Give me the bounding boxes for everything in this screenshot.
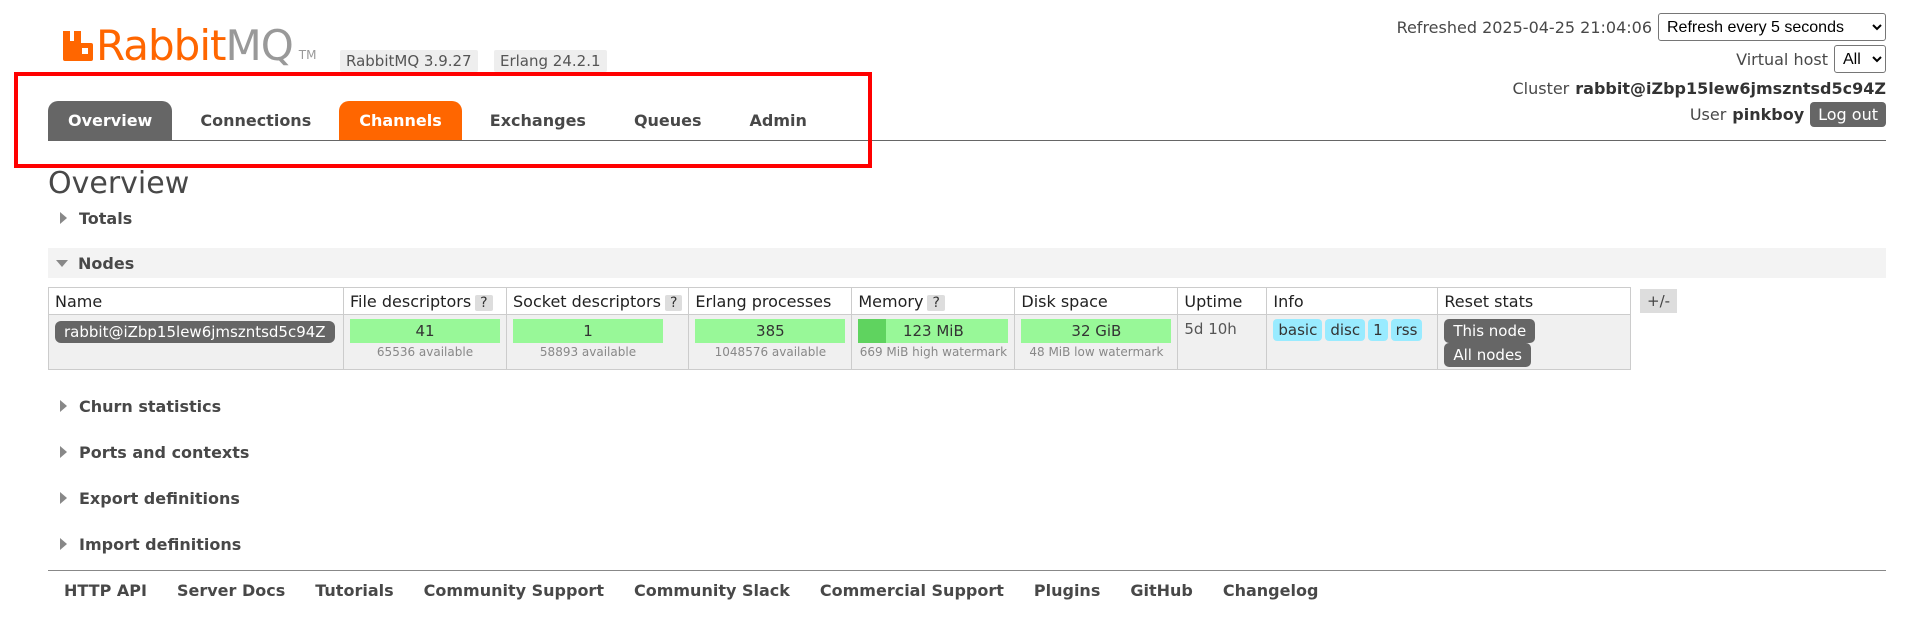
cluster-name: rabbit@iZbp15lew6jmszntsd5c94Z bbox=[1575, 78, 1886, 98]
footer-divider bbox=[48, 570, 1886, 571]
logo-text: RabbitMQ bbox=[96, 21, 294, 70]
info-tag-basic: basic bbox=[1273, 319, 1323, 341]
footer-link-community-support[interactable]: Community Support bbox=[424, 581, 604, 600]
section-label: Totals bbox=[79, 208, 133, 228]
footer-link-http-api[interactable]: HTTP API bbox=[64, 581, 147, 600]
info-tag-disc: disc bbox=[1325, 319, 1366, 341]
disk-space-bar: 32 GiB bbox=[1021, 319, 1172, 343]
reset-all-nodes-button[interactable]: All nodes bbox=[1444, 343, 1531, 367]
socket-descriptors-bar: 1 bbox=[513, 319, 663, 343]
col-erlang-processes: Erlang processes bbox=[688, 287, 853, 315]
section-label: Churn statistics bbox=[79, 396, 222, 416]
footer-link-server-docs[interactable]: Server Docs bbox=[177, 581, 285, 600]
cell-node-name: rabbit@iZbp15lew6jmszntsd5c94Z bbox=[48, 314, 344, 370]
footer-link-plugins[interactable]: Plugins bbox=[1034, 581, 1100, 600]
section-label: Import definitions bbox=[79, 534, 242, 554]
section-export-definitions[interactable]: Export definitions bbox=[48, 484, 240, 512]
rabbit-logo-icon bbox=[63, 31, 93, 61]
section-ports-and-contexts[interactable]: Ports and contexts bbox=[48, 438, 249, 466]
cell-disk-space: 32 GiB 48 MiB low watermark bbox=[1014, 314, 1179, 370]
cell-uptime: 5d 10h bbox=[1177, 314, 1268, 370]
page-title: Overview bbox=[48, 166, 190, 201]
virtual-host-select[interactable]: All bbox=[1834, 45, 1886, 73]
cell-info: basic disc 1 rss bbox=[1266, 314, 1439, 370]
nodes-section-bar bbox=[48, 248, 1886, 278]
footer-link-community-slack[interactable]: Community Slack bbox=[634, 581, 790, 600]
disk-watermark: 48 MiB low watermark bbox=[1029, 345, 1164, 359]
section-nodes[interactable]: Nodes bbox=[48, 249, 134, 277]
user-name: pinkboy bbox=[1732, 104, 1805, 124]
footer-link-github[interactable]: GitHub bbox=[1130, 581, 1193, 600]
file-descriptors-bar: 41 bbox=[350, 319, 500, 343]
cell-reset-stats: This nodeAll nodes bbox=[1437, 314, 1632, 370]
erlang-version-badge: Erlang 24.2.1 bbox=[494, 50, 607, 72]
section-churn-statistics[interactable]: Churn statistics bbox=[48, 392, 221, 420]
info-tag-rss: rss bbox=[1390, 319, 1423, 341]
cell-erlang-processes: 385 1048576 available bbox=[688, 314, 853, 370]
memory-watermark: 669 MiB high watermark bbox=[859, 345, 1008, 359]
footer-link-tutorials[interactable]: Tutorials bbox=[315, 581, 393, 600]
rabbitmq-logo[interactable]: RabbitMQ TM bbox=[62, 22, 316, 70]
cell-socket-descriptors: 1 58893 available bbox=[505, 314, 690, 370]
table-header-row: Name File descriptors? Socket descriptor… bbox=[48, 287, 1632, 315]
footer-link-commercial-support[interactable]: Commercial Support bbox=[820, 581, 1004, 600]
memory-bar: 123 MiB bbox=[858, 319, 1009, 343]
expand-arrow-icon bbox=[60, 446, 67, 458]
expand-arrow-icon bbox=[60, 212, 67, 224]
col-socket-descriptors: Socket descriptors? bbox=[505, 287, 690, 315]
section-label: Ports and contexts bbox=[79, 442, 250, 462]
cell-memory: 123 MiB 669 MiB high watermark bbox=[851, 314, 1016, 370]
virtual-host-label: Virtual host bbox=[1736, 49, 1828, 69]
version-badge: RabbitMQ 3.9.27 bbox=[340, 50, 478, 72]
col-file-descriptors: File descriptors? bbox=[343, 287, 507, 315]
file-descriptors-available: 65536 available bbox=[376, 345, 474, 359]
help-icon[interactable]: ? bbox=[927, 294, 945, 311]
uptime-value: 5d 10h bbox=[1184, 320, 1237, 338]
memory-fill bbox=[858, 319, 886, 343]
col-memory: Memory? bbox=[851, 287, 1016, 315]
nodes-table: Name File descriptors? Socket descriptor… bbox=[48, 287, 1632, 370]
table-row: rabbit@iZbp15lew6jmszntsd5c94Z 41 65536 a… bbox=[48, 314, 1632, 370]
help-icon[interactable]: ? bbox=[475, 294, 493, 311]
expand-arrow-icon bbox=[60, 400, 67, 412]
cell-file-descriptors: 41 65536 available bbox=[343, 314, 507, 370]
socket-descriptors-available: 58893 available bbox=[539, 345, 637, 359]
help-icon[interactable]: ? bbox=[664, 294, 683, 311]
col-uptime: Uptime bbox=[1177, 287, 1268, 315]
col-info: Info bbox=[1266, 287, 1439, 315]
expand-arrow-icon bbox=[60, 538, 67, 550]
logout-button[interactable]: Log out bbox=[1810, 101, 1886, 127]
erlang-processes-available: 1048576 available bbox=[714, 345, 827, 359]
section-totals[interactable]: Totals bbox=[48, 204, 132, 232]
info-tag-count: 1 bbox=[1368, 319, 1388, 341]
header-info: Refreshed 2025-04-25 21:04:06 Refresh ev… bbox=[1396, 13, 1886, 132]
expand-arrow-icon bbox=[60, 492, 67, 504]
footer-links: HTTP API Server Docs Tutorials Community… bbox=[64, 581, 1348, 600]
erlang-processes-bar: 385 bbox=[695, 319, 846, 343]
user-label: User bbox=[1689, 104, 1727, 124]
cluster-label: Cluster bbox=[1512, 78, 1570, 98]
collapse-arrow-icon bbox=[56, 259, 68, 267]
col-disk-space: Disk space bbox=[1014, 287, 1179, 315]
section-label: Nodes bbox=[78, 253, 135, 273]
col-name: Name bbox=[48, 287, 344, 315]
highlight-annotation-box bbox=[14, 72, 872, 168]
refresh-interval-select[interactable]: Refresh every 5 seconds bbox=[1658, 13, 1886, 41]
section-import-definitions[interactable]: Import definitions bbox=[48, 530, 241, 558]
refreshed-timestamp: Refreshed 2025-04-25 21:04:06 bbox=[1396, 17, 1652, 37]
reset-this-node-button[interactable]: This node bbox=[1444, 319, 1536, 343]
footer-link-changelog[interactable]: Changelog bbox=[1223, 581, 1319, 600]
col-reset-stats: Reset stats bbox=[1437, 287, 1632, 315]
node-link[interactable]: rabbit@iZbp15lew6jmszntsd5c94Z bbox=[55, 321, 335, 343]
section-label: Export definitions bbox=[79, 488, 240, 508]
column-toggle-button[interactable]: +/- bbox=[1640, 289, 1678, 313]
logo-trademark: TM bbox=[298, 48, 317, 62]
